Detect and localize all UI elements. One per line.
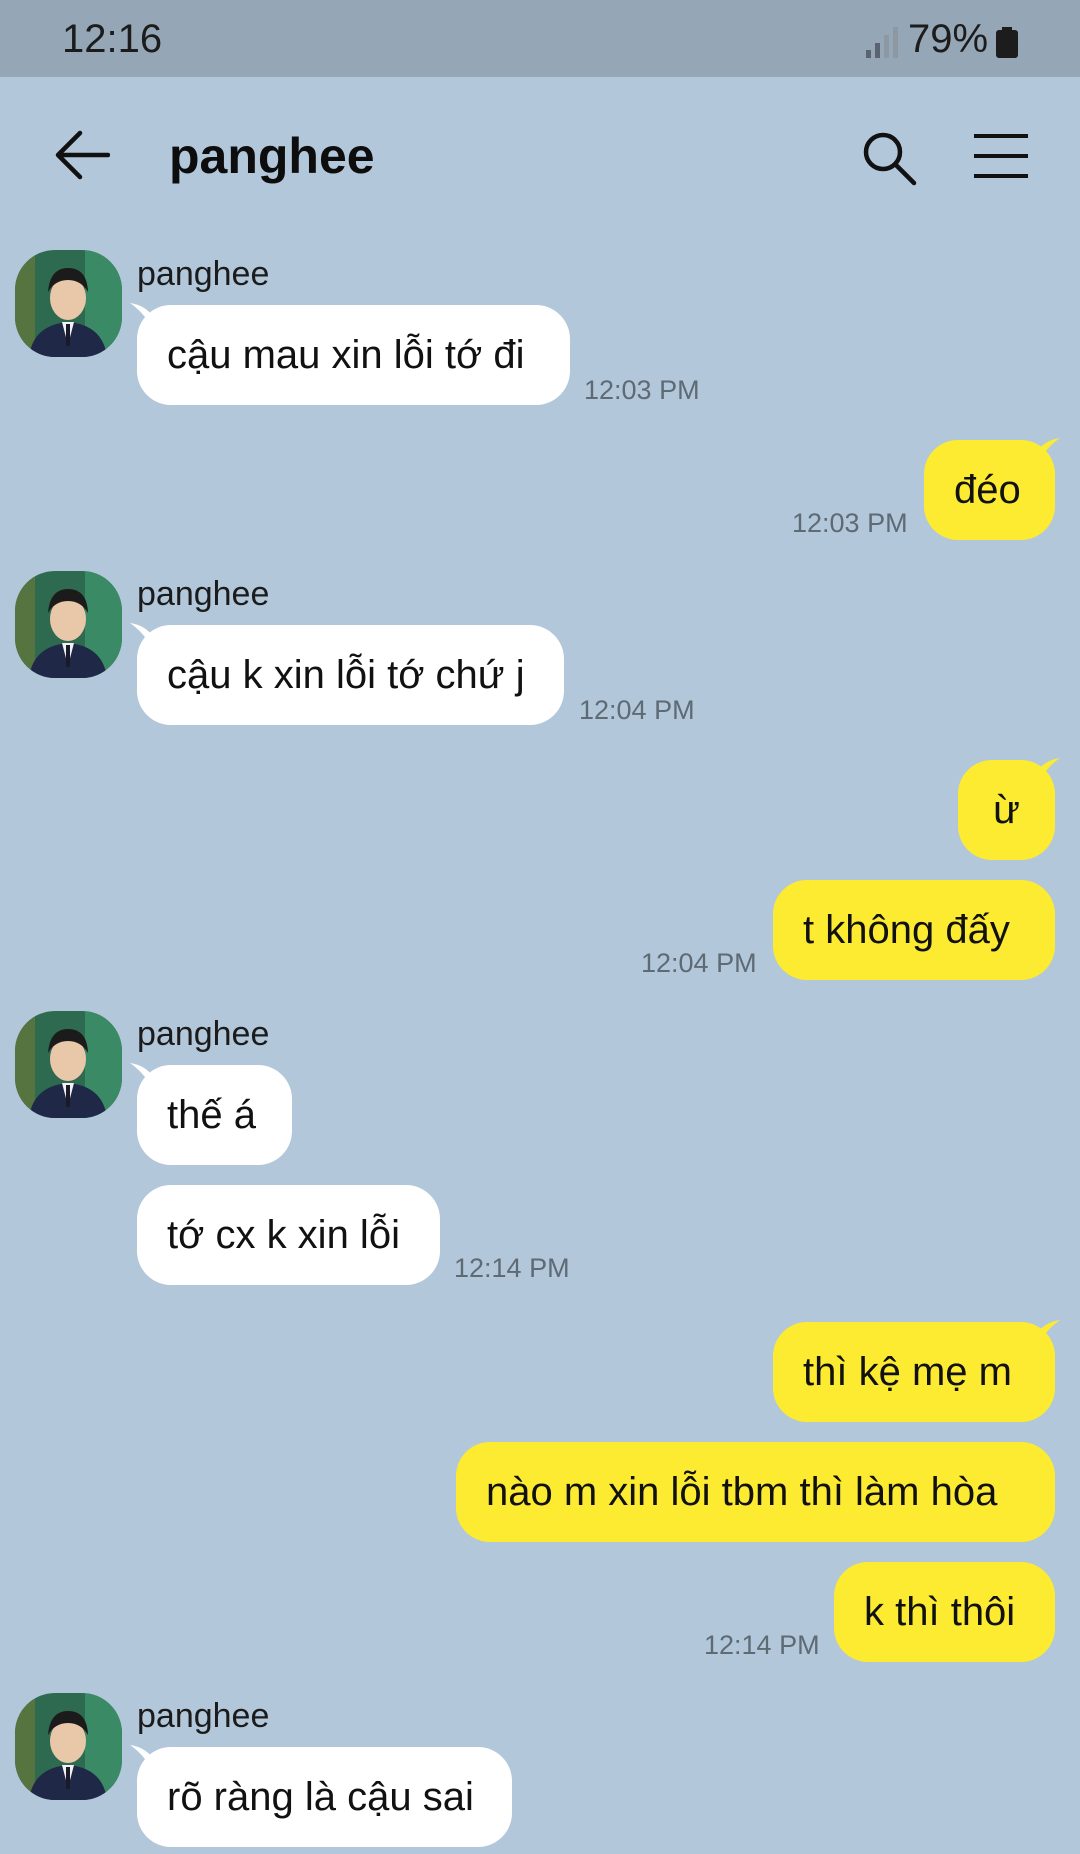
incoming-message[interactable]: cậu mau xin lỗi tớ đi [137,305,570,405]
message-time: 12:14 PM [454,1253,570,1283]
search-icon[interactable] [860,129,918,187]
status-bar: 12:16 79% [0,0,1080,77]
avatar-image [15,250,122,357]
avatar-image [15,571,122,678]
avatar[interactable] [15,1011,122,1118]
incoming-message[interactable]: rõ ràng là cậu sai [137,1747,512,1847]
avatar[interactable] [15,250,122,357]
back-arrow-icon[interactable] [52,129,110,181]
outgoing-message[interactable]: k thì thôi [834,1562,1055,1662]
battery-percent: 79% [908,17,989,61]
sender-name: panghee [137,1015,270,1053]
bubble-tail [1038,438,1060,462]
chat-header: panghee [0,77,1080,235]
battery-icon [996,27,1018,58]
bubble-tail [1038,1320,1060,1344]
avatar-image [15,1011,122,1118]
avatar-image [15,1693,122,1800]
avatar[interactable] [15,571,122,678]
message-time: 12:03 PM [584,375,700,405]
message-time: 12:14 PM [704,1630,820,1660]
incoming-message[interactable]: thế á [137,1065,292,1165]
message-time: 12:04 PM [641,948,757,978]
sender-name: panghee [137,255,270,293]
bubble-tail [1038,758,1060,782]
chat-title: panghee [169,128,375,184]
outgoing-message[interactable]: t không đấy [773,880,1055,980]
avatar[interactable] [15,1693,122,1800]
outgoing-message[interactable]: nào m xin lỗi tbm thì làm hòa [456,1442,1055,1542]
sender-name: panghee [137,575,270,613]
incoming-message[interactable]: tớ cx k xin lỗi [137,1185,440,1285]
menu-icon[interactable] [972,133,1030,179]
status-time: 12:16 [62,17,163,61]
outgoing-message[interactable]: đéo [924,440,1055,540]
signal-icon [866,27,898,58]
incoming-message[interactable]: cậu k xin lỗi tớ chứ j [137,625,564,725]
sender-name: panghee [137,1697,270,1735]
outgoing-message[interactable]: thì kệ mẹ m [773,1322,1055,1422]
message-time: 12:04 PM [579,695,695,725]
message-time: 12:03 PM [792,508,908,538]
